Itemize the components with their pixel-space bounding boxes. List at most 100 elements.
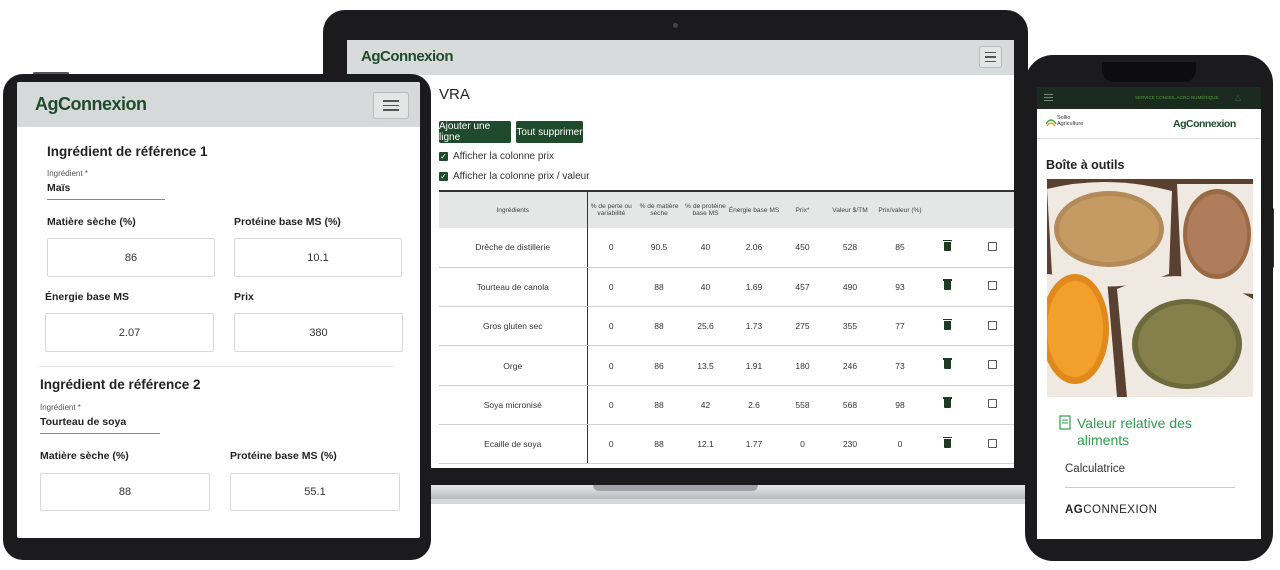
column-header: Prix* xyxy=(780,190,825,228)
phone-top-bar: SERVICE CONSEIL AGRO NUMÉRIQUE △ xyxy=(1037,87,1261,109)
select-row-cell xyxy=(970,306,1014,347)
table-cell: 355 xyxy=(825,306,875,347)
table-cell: 0 xyxy=(587,267,635,308)
ref2-protein-label: Protéine base MS (%) xyxy=(230,450,337,462)
ref1-energy-input[interactable]: 2.07 xyxy=(45,313,214,352)
toolbox-title: Boîte à outils xyxy=(1046,158,1125,172)
ref2-ingredient-select[interactable]: Tourteau de soya xyxy=(40,416,126,428)
table-cell: 0 xyxy=(587,385,635,425)
ref2-dry-matter-label: Matière sèche (%) xyxy=(40,450,129,462)
column-header: % de protéine base MS xyxy=(683,190,728,228)
table-cell: Ecaille de soya xyxy=(439,424,588,465)
wordmark-bold: AG xyxy=(1065,504,1084,516)
hamburger-icon[interactable] xyxy=(1044,94,1053,101)
calculator-doc-icon xyxy=(1059,415,1072,430)
table-cell: 180 xyxy=(780,345,825,386)
table-cell: 13.5 xyxy=(683,345,728,386)
row-checkbox[interactable] xyxy=(987,438,997,448)
hamburger-menu-button[interactable] xyxy=(979,46,1002,68)
row-checkbox[interactable] xyxy=(987,360,997,370)
row-checkbox[interactable] xyxy=(987,399,997,409)
trash-icon[interactable] xyxy=(943,436,952,448)
table-cell: 558 xyxy=(780,385,825,425)
table-cell: 98 xyxy=(875,385,925,425)
ref1-dry-matter-input[interactable]: 86 xyxy=(47,238,215,277)
table-cell: 1.69 xyxy=(728,267,780,308)
trash-icon[interactable] xyxy=(943,358,952,370)
show-price-value-checkbox[interactable]: ✓ Afficher la colonne prix / valeur xyxy=(439,171,590,182)
ref1-protein-label: Protéine base MS (%) xyxy=(234,216,341,228)
trash-icon[interactable] xyxy=(943,279,952,291)
checkbox-checked-icon[interactable]: ✓ xyxy=(439,172,448,181)
grain-bags-image xyxy=(1047,179,1253,397)
relative-value-tool-link[interactable]: Valeur relative des aliments xyxy=(1077,415,1227,449)
trash-icon[interactable] xyxy=(943,318,952,330)
laptop-screen: AgConnexion VRA Ajouter une ligne Tout s… xyxy=(347,40,1014,468)
phone-notch xyxy=(1102,62,1196,82)
table-cell: 25.6 xyxy=(683,306,728,347)
ref2-dry-matter-input[interactable]: 88 xyxy=(40,473,210,511)
table-header-row: Ingrédients % de perte ou variabilité % … xyxy=(439,190,1014,228)
calculator-link[interactable]: Calculatrice xyxy=(1065,463,1125,475)
table-cell: 88 xyxy=(635,267,683,308)
show-price-checkbox[interactable]: ✓ Afficher la colonne prix xyxy=(439,151,554,162)
trash-icon[interactable] xyxy=(943,397,952,409)
table-cell: 77 xyxy=(875,306,925,347)
ref1-energy-label: Énergie base MS xyxy=(45,291,130,303)
table-row: Orge 0 86 13.5 1.91 180 246 73 xyxy=(439,345,1014,386)
column-header: Valeur $/TM xyxy=(825,190,875,228)
ref1-ingredient-label: Ingrédient * xyxy=(47,169,88,178)
ref1-price-label: Prix xyxy=(234,291,254,303)
hamburger-menu-button[interactable] xyxy=(373,92,409,119)
ref1-ingredient-select[interactable]: Maïs xyxy=(47,182,70,194)
column-header-actions xyxy=(925,190,970,228)
add-row-button[interactable]: Ajouter une ligne xyxy=(439,121,511,143)
row-checkbox[interactable] xyxy=(987,320,997,330)
table-cell: 528 xyxy=(825,228,875,268)
section-divider xyxy=(39,366,394,367)
table-cell: Orge xyxy=(439,345,588,386)
table-cell: 275 xyxy=(780,306,825,347)
checkbox-checked-icon[interactable]: ✓ xyxy=(439,152,448,161)
table-cell: 93 xyxy=(875,267,925,308)
bell-icon[interactable]: △ xyxy=(1235,93,1241,102)
laptop-hinge-notch xyxy=(593,485,758,491)
ref2-protein-input[interactable]: 55.1 xyxy=(230,473,400,511)
delete-row-cell xyxy=(925,228,970,268)
table-cell: 230 xyxy=(825,424,875,465)
show-price-value-label: Afficher la colonne prix / valeur xyxy=(453,171,590,182)
sollio-logo-icon xyxy=(1045,119,1057,127)
column-header: % de perte ou variabilité xyxy=(587,190,635,228)
ref1-price-input[interactable]: 380 xyxy=(234,313,403,352)
table-cell: 40 xyxy=(683,228,728,268)
phone-divider xyxy=(1065,487,1235,488)
table-cell: 0 xyxy=(587,306,635,347)
phone-screen: SERVICE CONSEIL AGRO NUMÉRIQUE △ Sollio … xyxy=(1037,87,1261,539)
table-cell: 568 xyxy=(825,385,875,425)
table-cell: 2.6 xyxy=(728,385,780,425)
table-cell: 40 xyxy=(683,267,728,308)
select-row-cell xyxy=(970,228,1014,268)
delete-row-cell xyxy=(925,306,970,347)
app-header: AgConnexion xyxy=(17,82,420,127)
table-cell: Soya micronisé xyxy=(439,385,588,425)
table-cell: 42 xyxy=(683,385,728,425)
table-cell: 1.91 xyxy=(728,345,780,386)
ref1-protein-input[interactable]: 10.1 xyxy=(234,238,402,277)
table-cell: 2.06 xyxy=(728,228,780,268)
phone-logo-bar: Sollio Agriculture AgConnexion xyxy=(1037,109,1261,139)
delete-all-button[interactable]: Tout supprimer xyxy=(516,121,583,143)
table-row: Gros gluten sec 0 88 25.6 1.73 275 355 7… xyxy=(439,306,1014,347)
row-checkbox[interactable] xyxy=(987,281,997,291)
ref1-title: Ingrédient de référence 1 xyxy=(47,144,208,159)
ref2-ingredient-label: Ingrédient * xyxy=(40,403,81,412)
agconnexion-logo: AgConnexion xyxy=(35,94,147,114)
table-cell: 1.73 xyxy=(728,306,780,347)
agconnexion-wordmark: AGCONNEXION xyxy=(1065,504,1157,516)
table-cell: 88 xyxy=(635,306,683,347)
page-title: VRA xyxy=(439,86,470,103)
sollio-line2: Agriculture xyxy=(1057,121,1084,127)
select-row-cell xyxy=(970,267,1014,308)
row-checkbox[interactable] xyxy=(987,241,997,251)
trash-icon[interactable] xyxy=(943,239,952,251)
